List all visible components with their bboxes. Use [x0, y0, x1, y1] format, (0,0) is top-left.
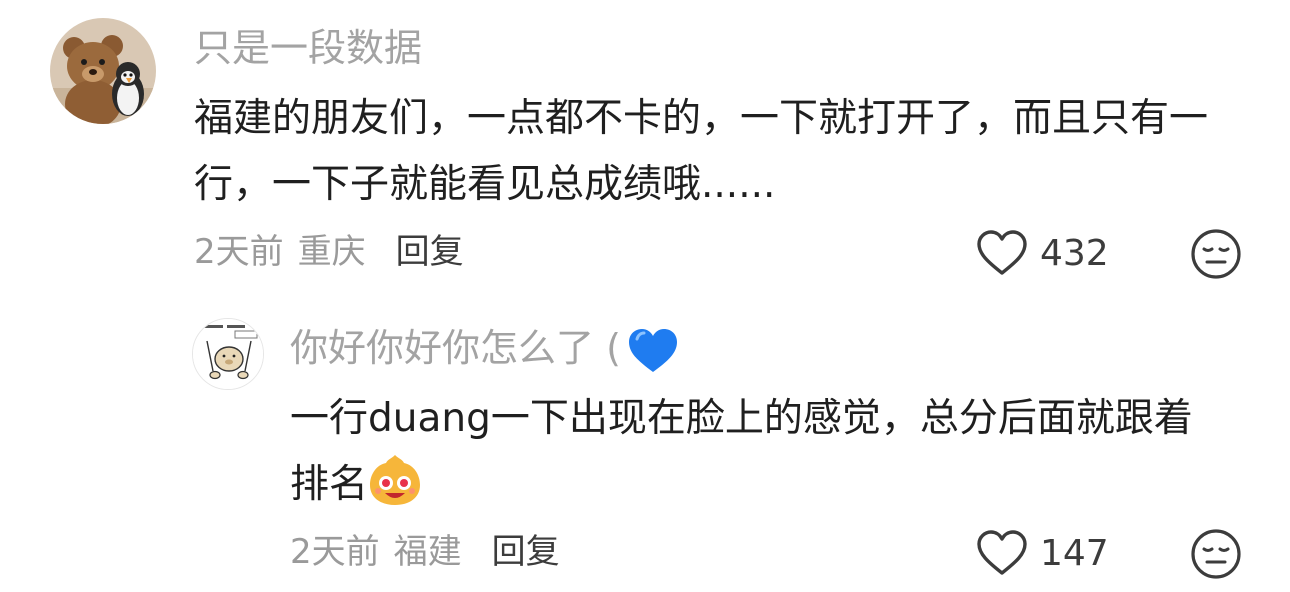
dislike-button[interactable] — [1190, 228, 1242, 280]
like-button[interactable]: 147 — [976, 528, 1109, 578]
username[interactable]: 你好你好你怎么了 ( — [290, 326, 679, 375]
blue-heart-icon — [628, 328, 677, 372]
like-button[interactable]: 432 — [976, 228, 1109, 278]
comment-meta: 2天前 重庆 回复 — [194, 232, 464, 272]
username-text: 你好你好你怎么了 ( — [290, 326, 621, 370]
comment-location: 福建 — [393, 532, 462, 572]
username-text: 只是一段数据 — [194, 26, 423, 70]
comment-text: 一行duang一下出现在脸上的感觉，总分后面就跟着排名 — [290, 386, 1230, 518]
reply-comment-item: 你好你好你怎么了 ( 一行duang一下出现在脸上的感觉，总分后面就跟着排名 2… — [0, 300, 1290, 592]
dislike-button[interactable] — [1190, 528, 1242, 580]
capybara-sketch-avatar-icon — [193, 319, 263, 389]
comment-text: 福建的朋友们，一点都不卡的，一下就打开了，而且只有一行，一下子就能看见总成绩哦.… — [194, 96, 1209, 207]
username[interactable]: 只是一段数据 — [194, 26, 422, 70]
comment-location: 重庆 — [297, 232, 366, 272]
like-count: 147 — [1040, 532, 1109, 574]
comment-meta: 2天前 福建 回复 — [290, 532, 560, 572]
meh-face-icon — [1191, 529, 1241, 579]
user-avatar[interactable] — [50, 18, 156, 124]
comment-time: 2天前 — [290, 532, 380, 572]
heart-outline-icon — [977, 530, 1027, 575]
excited-face-emoji-icon — [370, 455, 421, 505]
reply-button[interactable]: 回复 — [396, 232, 464, 272]
comment-text-body: 一行duang一下出现在脸上的感觉，总分后面就跟着排名 — [290, 396, 1193, 507]
teddy-bear-avatar-icon — [50, 18, 156, 124]
reply-button[interactable]: 回复 — [492, 532, 560, 572]
meh-face-icon — [1191, 229, 1241, 279]
like-count: 432 — [1040, 232, 1109, 274]
heart-outline-icon — [977, 230, 1027, 275]
user-avatar[interactable] — [192, 318, 264, 390]
comment-time: 2天前 — [194, 232, 284, 272]
comment-item: 只是一段数据 福建的朋友们，一点都不卡的，一下就打开了，而且只有一行，一下子就能… — [0, 0, 1290, 300]
